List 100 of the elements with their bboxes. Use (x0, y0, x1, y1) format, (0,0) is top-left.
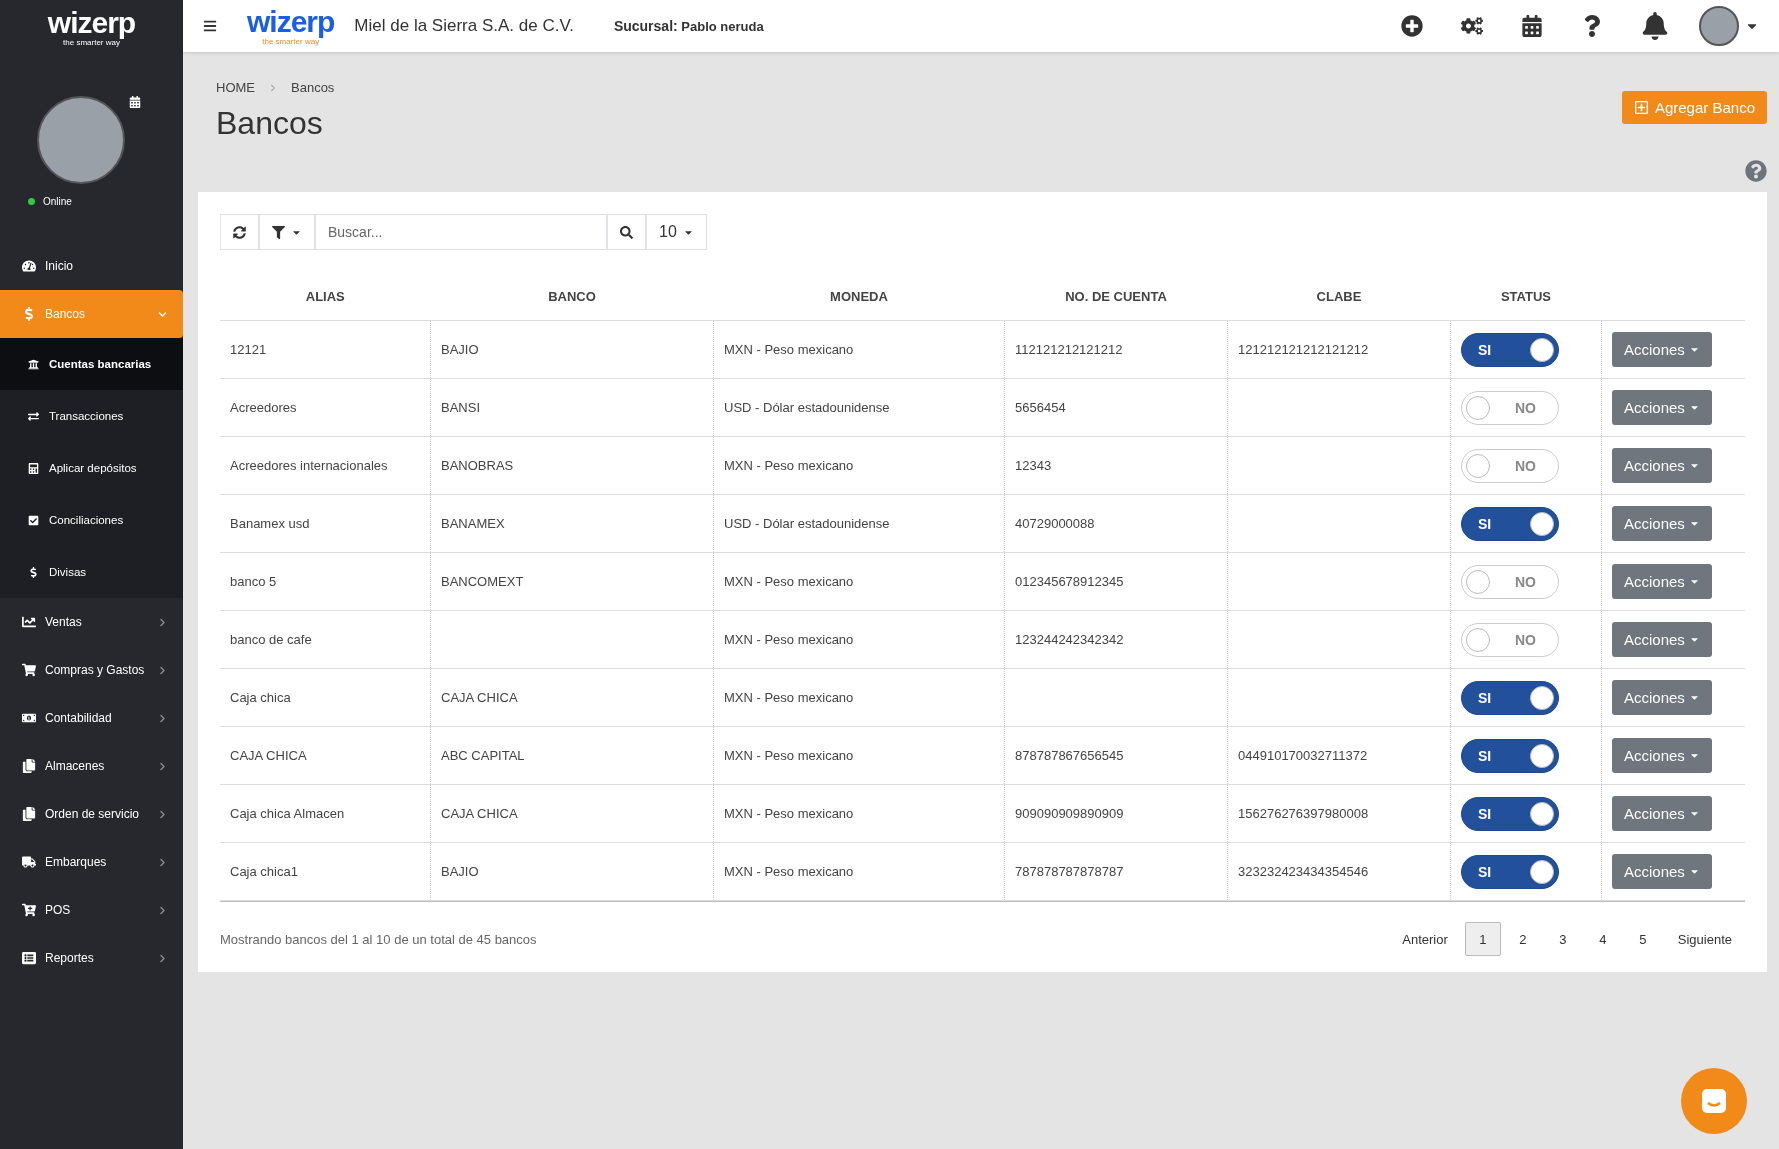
submenu-item[interactable]: Aplicar depósitos (0, 442, 183, 494)
menu-item[interactable]: Compras y Gastos (0, 646, 183, 694)
calculator-icon (28, 462, 39, 474)
table-cell: 121212121212121212 (1227, 320, 1451, 379)
table-cell: 323232423434354546 (1227, 842, 1451, 901)
column-header: NO. DE CUENTA (1004, 272, 1228, 321)
status-toggle[interactable]: SI (1461, 680, 1559, 715)
submenu-item[interactable]: Cuentas bancarias (0, 338, 183, 390)
actions-button[interactable]: Acciones (1612, 332, 1712, 367)
page-size-dropdown[interactable]: 10 (646, 214, 707, 250)
submenu-item[interactable]: Transacciones (0, 390, 183, 442)
status-toggle[interactable]: SI (1461, 332, 1559, 367)
status-toggle[interactable]: SI (1461, 854, 1559, 889)
page-title: Bancos (216, 105, 323, 142)
table-cell: 909090909890909 (1004, 784, 1228, 843)
column-header: STATUS (1450, 272, 1602, 321)
column-header: MONEDA (713, 272, 1005, 321)
logo-text: wizerp (47, 8, 136, 38)
actions-button[interactable]: Acciones (1612, 390, 1712, 425)
status-toggle[interactable]: NO (1461, 564, 1559, 599)
table-cell: USD - Dólar estadounidense (713, 494, 1005, 553)
submenu-item[interactable]: Conciliaciones (0, 494, 183, 546)
actions-button[interactable]: Acciones (1612, 564, 1712, 599)
table-cell: 878787867656545 (1004, 726, 1228, 785)
page-button[interactable]: 1 (1464, 922, 1501, 956)
status-text: Online (43, 196, 72, 207)
menu-item[interactable]: Embarques (0, 838, 183, 886)
search-field[interactable]: Buscar... (315, 214, 607, 250)
dollar-icon (22, 307, 36, 321)
bell-icon[interactable] (1641, 12, 1669, 40)
menu-item[interactable]: Contabilidad (0, 694, 183, 742)
company-name: Miel de la Sierra S.A. de C.V. (354, 16, 574, 36)
status-toggle[interactable]: SI (1461, 738, 1559, 773)
table-cell: Caja chica Almacen (220, 784, 431, 843)
table-cell: MXN - Peso mexicano (713, 668, 1005, 727)
table-cell: 012345678912345 (1004, 552, 1228, 611)
calendar-icon[interactable] (129, 96, 141, 108)
table-cell: Acreedores (220, 378, 431, 437)
chart-icon (22, 615, 36, 629)
status-toggle[interactable]: SI (1461, 506, 1559, 541)
banknote-icon (22, 711, 36, 725)
table-cell: USD - Dólar estadounidense (713, 378, 1005, 437)
menu-icon[interactable] (203, 19, 217, 33)
dashboard-icon (22, 259, 36, 273)
table-cell: 156276276397980008 (1227, 784, 1451, 843)
chevron-right-icon (269, 83, 277, 92)
menu-item[interactable]: Reportes (0, 934, 183, 982)
table-cell: 12343 (1004, 436, 1228, 495)
table-cell: MXN - Peso mexicano (713, 320, 1005, 379)
table-cell: banco de cafe (220, 610, 431, 669)
refresh-icon (233, 225, 246, 239)
logo-text: wizerp (247, 6, 335, 37)
table-cell: BANSI (430, 378, 714, 437)
table-cell: BANAMEX (430, 494, 714, 553)
status-toggle[interactable]: NO (1461, 390, 1559, 425)
exchange-icon (28, 410, 39, 422)
menu-item[interactable]: Almacenes (0, 742, 183, 790)
column-header: ALIAS (220, 272, 431, 321)
add-icon[interactable] (1401, 15, 1423, 37)
refresh-button[interactable] (220, 214, 259, 250)
table-cell: MXN - Peso mexicano (713, 436, 1005, 495)
filter-button[interactable] (259, 214, 315, 250)
menu-item[interactable]: Inicio (0, 242, 183, 290)
table-cell: MXN - Peso mexicano (713, 842, 1005, 901)
column-header: CLABE (1227, 272, 1451, 321)
bank-icon (28, 358, 39, 370)
dollar-icon (28, 566, 39, 578)
submenu-item[interactable]: Divisas (0, 546, 183, 598)
menu-item[interactable]: Orden de servicio (0, 790, 183, 838)
actions-button[interactable]: Acciones (1612, 622, 1712, 657)
table-cell: 044910170032711372 (1227, 726, 1451, 785)
chat-icon (1699, 1086, 1729, 1116)
settings-icon[interactable] (1461, 15, 1483, 37)
table-cell: MXN - Peso mexicano (713, 552, 1005, 611)
table-cell: 787878787878787 (1004, 842, 1228, 901)
status-toggle[interactable]: NO (1461, 622, 1559, 657)
status-toggle[interactable]: NO (1461, 448, 1559, 483)
menu-item[interactable]: POS (0, 886, 183, 934)
table-cell: 112121212121212 (1004, 320, 1228, 379)
table-cell: Banamex usd (220, 494, 431, 553)
actions-button[interactable]: Acciones (1612, 738, 1712, 773)
search-button[interactable] (607, 214, 646, 250)
document-icon (22, 807, 36, 821)
status-toggle[interactable]: SI (1461, 796, 1559, 831)
cart-icon (22, 663, 36, 677)
table-cell: BAJIO (430, 842, 714, 901)
actions-button[interactable]: Acciones (1612, 796, 1712, 831)
avatar[interactable] (1699, 6, 1739, 46)
actions-button[interactable]: Acciones (1612, 854, 1712, 889)
plus-icon (1633, 100, 1649, 115)
actions-button[interactable]: Acciones (1612, 506, 1712, 541)
actions-button[interactable]: Acciones (1612, 448, 1712, 483)
actions-button[interactable]: Acciones (1612, 680, 1712, 715)
table-cell: 123244242342342 (1004, 610, 1228, 669)
menu-item[interactable]: Ventas (0, 598, 183, 646)
table-cell: CAJA CHICA (220, 726, 431, 785)
search-icon (620, 225, 633, 239)
table-cell: ABC CAPITAL (430, 726, 714, 785)
calendar-icon[interactable] (1521, 15, 1543, 37)
breadcrumb-link[interactable]: HOME (216, 80, 255, 95)
